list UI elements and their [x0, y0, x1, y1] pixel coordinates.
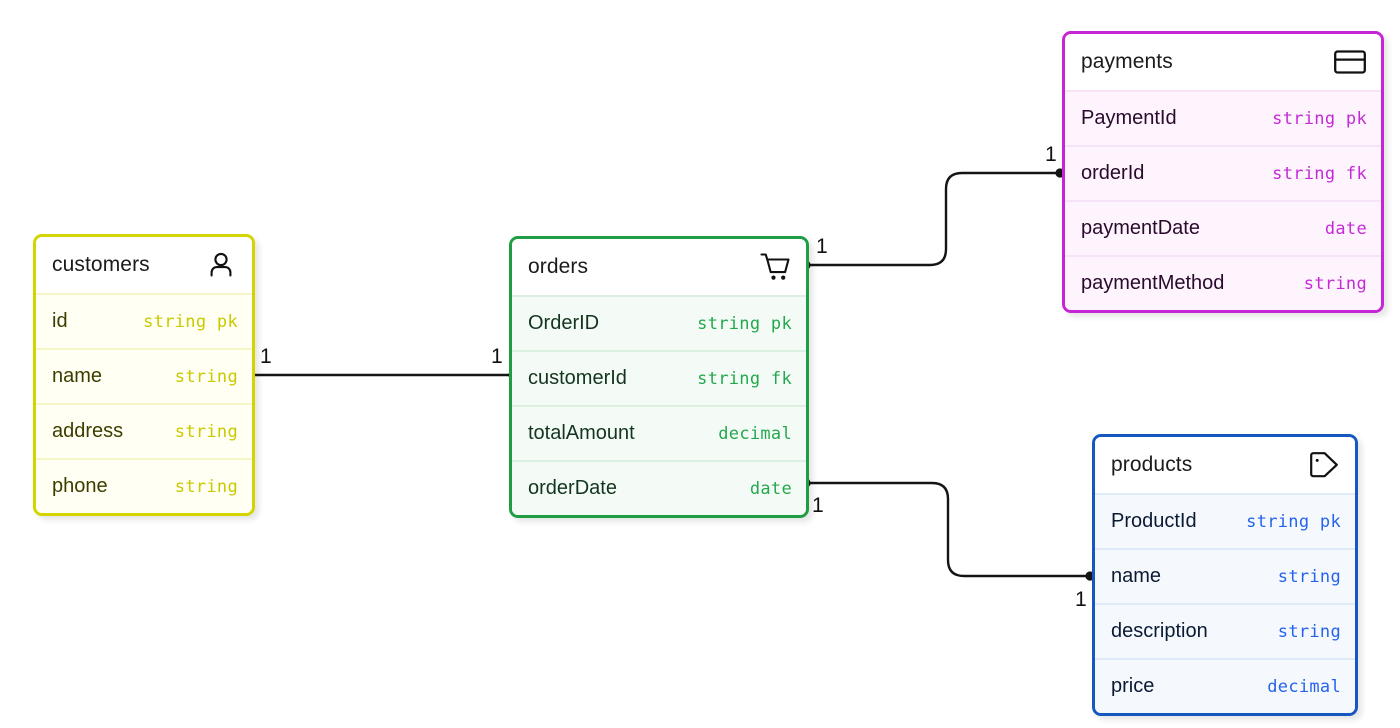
attribute-name: paymentMethod — [1081, 272, 1225, 294]
cardinality-label: 1 — [491, 345, 503, 368]
entity-orders[interactable]: orders OrderID string pk customerId stri… — [509, 236, 809, 518]
credit-card-icon — [1333, 45, 1367, 79]
attribute-row[interactable]: name string — [1095, 548, 1355, 603]
attribute-type: string — [1303, 273, 1367, 294]
entity-title: products — [1111, 453, 1193, 476]
attribute-row[interactable]: orderDate date — [512, 460, 806, 515]
cardinality-label: 1 — [260, 345, 272, 368]
attribute-name: PaymentId — [1081, 107, 1177, 129]
attribute-name: paymentDate — [1081, 217, 1200, 239]
attribute-type: string — [174, 421, 238, 442]
attribute-row[interactable]: paymentMethod string — [1065, 255, 1381, 310]
attribute-type: string fk — [697, 368, 792, 389]
cardinality-label: 1 — [816, 235, 828, 258]
attribute-row[interactable]: price decimal — [1095, 658, 1355, 713]
attribute-row[interactable]: address string — [36, 403, 252, 458]
price-tag-icon — [1307, 448, 1341, 482]
edge-customers-orders — [241, 370, 518, 380]
attribute-row[interactable]: paymentDate date — [1065, 200, 1381, 255]
attribute-name: id — [52, 310, 68, 332]
attribute-name: ProductId — [1111, 510, 1197, 532]
attribute-name: customerId — [528, 367, 627, 389]
entity-header-orders: orders — [512, 239, 806, 295]
attribute-name: name — [52, 365, 103, 387]
attribute-type: string fk — [1272, 163, 1367, 184]
attribute-type: string pk — [1246, 511, 1341, 532]
attribute-type: string pk — [697, 313, 792, 334]
attribute-type: string — [174, 476, 238, 497]
attribute-name: orderDate — [528, 477, 617, 499]
cardinality-label: 1 — [812, 494, 824, 517]
entity-header-products: products — [1095, 437, 1355, 493]
entity-customers[interactable]: customers id string pk name string addre… — [33, 234, 255, 516]
attribute-type: string — [1277, 621, 1341, 642]
attribute-row[interactable]: orderId string fk — [1065, 145, 1381, 200]
attribute-row[interactable]: phone string — [36, 458, 252, 513]
attribute-name: name — [1111, 565, 1162, 587]
attribute-type: string — [174, 366, 238, 387]
shopping-cart-icon — [758, 250, 792, 284]
attribute-name: address — [52, 420, 124, 442]
attribute-row[interactable]: PaymentId string pk — [1065, 90, 1381, 145]
attribute-row[interactable]: ProductId string pk — [1095, 493, 1355, 548]
entity-products[interactable]: products ProductId string pk name string… — [1092, 434, 1358, 716]
edge-orders-products — [801, 478, 1095, 581]
attribute-type: decimal — [718, 423, 792, 444]
attribute-name: totalAmount — [528, 422, 635, 444]
attribute-type: decimal — [1267, 676, 1341, 697]
attribute-row[interactable]: OrderID string pk — [512, 295, 806, 350]
er-diagram-canvas: 1 1 1 1 1 1 customers id string pk name … — [0, 0, 1400, 728]
attribute-row[interactable]: id string pk — [36, 293, 252, 348]
attribute-type: string pk — [1272, 108, 1367, 129]
attribute-name: orderId — [1081, 162, 1145, 184]
cardinality-label: 1 — [1045, 143, 1057, 166]
attribute-name: OrderID — [528, 312, 600, 334]
entity-header-customers: customers — [36, 237, 252, 293]
attribute-type: string pk — [143, 311, 238, 332]
attribute-type: date — [1324, 218, 1367, 239]
attribute-name: description — [1111, 620, 1208, 642]
entity-payments[interactable]: payments PaymentId string pk orderId str… — [1062, 31, 1384, 313]
attribute-name: price — [1111, 675, 1155, 697]
edge-orders-payments — [801, 168, 1065, 270]
attribute-row[interactable]: description string — [1095, 603, 1355, 658]
person-icon — [204, 248, 238, 282]
attribute-row[interactable]: totalAmount decimal — [512, 405, 806, 460]
attribute-row[interactable]: customerId string fk — [512, 350, 806, 405]
entity-header-payments: payments — [1065, 34, 1381, 90]
cardinality-label: 1 — [1075, 588, 1087, 611]
entity-title: orders — [528, 255, 589, 278]
attribute-name: phone — [52, 475, 108, 497]
attribute-row[interactable]: name string — [36, 348, 252, 403]
entity-title: payments — [1081, 50, 1173, 73]
attribute-type: date — [749, 478, 792, 499]
attribute-type: string — [1277, 566, 1341, 587]
entity-title: customers — [52, 253, 150, 276]
